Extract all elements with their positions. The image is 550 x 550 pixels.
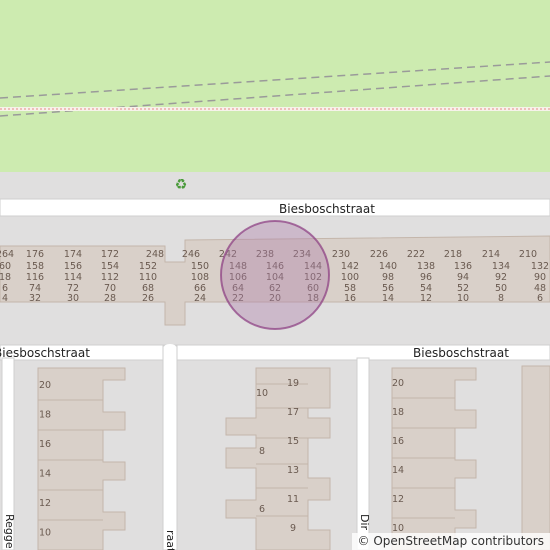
road-center-vertical[interactable] [162, 345, 178, 550]
house-number-label: 108 [191, 272, 209, 283]
house-number-label: 16 [392, 436, 404, 447]
house-number-label: 138 [417, 261, 435, 272]
house-number-label: 152 [139, 261, 157, 272]
house-number-label: 112 [101, 272, 119, 283]
house-number-label: 154 [101, 261, 119, 272]
house-number-label: 116 [26, 272, 44, 283]
house-number-label: 6 [537, 293, 543, 304]
house-number-label: 156 [64, 261, 82, 272]
house-number-label: 14 [392, 465, 404, 476]
house-number-label: 264 [0, 249, 14, 260]
house-number-label: 226 [370, 249, 388, 260]
house-number-label: 18 [392, 407, 404, 418]
house-number-label: 19 [287, 378, 299, 389]
house-number-label: 110 [139, 272, 157, 283]
house-number-label: 11 [287, 494, 299, 505]
location-highlight-circle[interactable] [220, 220, 330, 330]
house-number-label: 114 [64, 272, 82, 283]
building-block-left [37, 367, 126, 550]
house-number-label: 24 [194, 293, 206, 304]
map-canvas[interactable]: ♻ Biesboschstraat 2641761741722482462422… [0, 0, 550, 550]
street-label-middle-right: Biesboschstraat [413, 346, 509, 360]
house-number-label: 16 [344, 293, 356, 304]
street-label-left-vertical: Regge [3, 514, 16, 549]
house-number-label: 17 [287, 407, 299, 418]
house-number-label: 13 [287, 465, 299, 476]
house-number-label: 90 [534, 272, 546, 283]
building-block-right [391, 365, 550, 550]
house-number-label: 15 [287, 436, 299, 447]
park-area [0, 0, 550, 172]
house-number-label: 230 [332, 249, 350, 260]
road-biesboschstraat-top[interactable] [0, 198, 550, 217]
house-number-label: 150 [191, 261, 209, 272]
house-number-label: 92 [495, 272, 507, 283]
house-number-label: 96 [420, 272, 432, 283]
house-number-label: 4 [2, 293, 8, 304]
house-number-label: 210 [519, 249, 537, 260]
building-block-middle [225, 367, 331, 550]
street-label-center-vertical: raat [164, 530, 177, 550]
house-number-label: 6 [259, 504, 265, 515]
recycling-icon[interactable]: ♻ [175, 177, 188, 193]
house-number-label: 134 [492, 261, 510, 272]
house-number-label: 248 [146, 249, 164, 260]
house-number-label: 10 [39, 528, 51, 539]
street-label-top: Biesboschstraat [279, 202, 375, 216]
house-number-label: 18 [0, 272, 11, 283]
road-center-vertical-cap [164, 344, 176, 350]
house-number-label: 20 [392, 378, 404, 389]
house-number-label: 12 [420, 293, 432, 304]
house-number-label: 174 [64, 249, 82, 260]
house-number-label: 94 [457, 272, 469, 283]
house-number-label: 176 [26, 249, 44, 260]
house-number-label: 30 [67, 293, 79, 304]
house-number-label: 140 [379, 261, 397, 272]
street-label-right-vertical: Dir [358, 514, 371, 531]
house-number-label: 222 [407, 249, 425, 260]
house-number-label: 218 [444, 249, 462, 260]
map-attribution[interactable]: © OpenStreetMap contributors [351, 533, 550, 550]
house-number-label: 14 [382, 293, 394, 304]
house-number-label: 12 [39, 498, 51, 509]
house-number-label: 98 [382, 272, 394, 283]
house-number-label: 214 [482, 249, 500, 260]
map-view[interactable]: ♻ Biesboschstraat 2641761741722482462422… [0, 0, 550, 550]
house-number-label: 8 [498, 293, 504, 304]
house-number-label: 246 [182, 249, 200, 260]
house-number-label: 20 [39, 380, 51, 391]
house-number-label: 12 [392, 494, 404, 505]
house-number-label: 14 [39, 469, 51, 480]
house-number-label: 100 [341, 272, 359, 283]
house-number-label: 60 [0, 261, 11, 272]
house-number-label: 10 [256, 388, 268, 399]
house-number-label: 32 [29, 293, 41, 304]
house-number-label: 136 [454, 261, 472, 272]
house-number-label: 18 [39, 410, 51, 421]
house-number-label: 158 [26, 261, 44, 272]
house-number-label: 26 [142, 293, 154, 304]
house-number-label: 28 [104, 293, 116, 304]
house-number-label: 9 [290, 523, 296, 534]
house-number-label: 8 [259, 446, 265, 457]
house-number-label: 16 [39, 439, 51, 450]
house-number-label: 172 [101, 249, 119, 260]
house-number-label: 132 [531, 261, 549, 272]
house-number-label: 142 [341, 261, 359, 272]
house-number-label: 10 [457, 293, 469, 304]
